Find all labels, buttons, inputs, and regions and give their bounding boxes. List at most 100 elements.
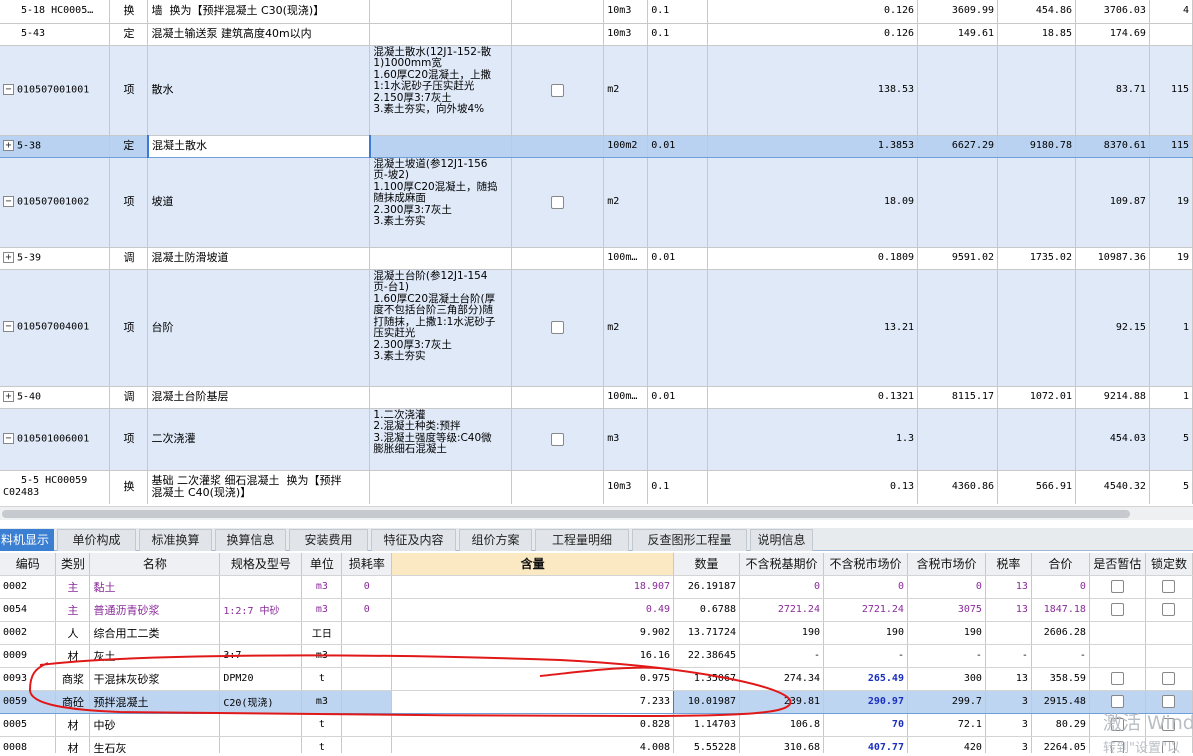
row-code-cell[interactable]: −010501006001 — [0, 408, 111, 471]
row-code-cell[interactable]: −010507001002 — [0, 157, 111, 248]
resource-market[interactable]: 2721.24 — [823, 598, 908, 622]
row-checkbox[interactable] — [551, 321, 565, 334]
horizontal-scrollbar[interactable] — [0, 506, 1193, 520]
resource-taxmarket[interactable]: 190 — [907, 621, 986, 645]
row-name[interactable]: 台阶 — [147, 269, 371, 387]
collapse-icon[interactable]: − — [3, 432, 14, 444]
collapse-icon[interactable]: − — [3, 83, 14, 95]
collapse-icon[interactable]: − — [3, 321, 14, 333]
estimate-checkbox[interactable] — [1110, 603, 1124, 617]
column-header[interactable]: 含税市场价 — [907, 553, 986, 576]
resource-taxmarket[interactable]: 420 — [907, 736, 986, 753]
row-code-cell[interactable]: +5-39 — [0, 247, 111, 270]
resource-taxmarket[interactable]: 300 — [907, 667, 986, 691]
resource-content[interactable]: 0.828 — [391, 713, 675, 737]
row-checkbox[interactable] — [551, 195, 565, 209]
column-header[interactable]: 类别 — [55, 553, 91, 576]
row-name[interactable]: 散水 — [147, 45, 371, 136]
row-name[interactable]: 基础 二次灌浆 细石混凝土 换为【预拌 混凝土 C40(现浇)】 — [147, 470, 371, 504]
row-name[interactable]: 混凝土输送泵 建筑高度40m以内 — [147, 23, 371, 46]
resource-taxmarket[interactable]: 72.1 — [907, 713, 986, 737]
row-checkbox[interactable] — [551, 432, 565, 446]
resource-market[interactable]: 290.97 — [823, 689, 908, 714]
measure-row[interactable]: −010507001001 项散水 混凝土散水(12J1-152-散 1)1000mm… — [0, 45, 1193, 136]
tab-7[interactable]: 工程量明细 — [535, 529, 629, 551]
measure-row[interactable]: +5-38 定混凝土散水 100m2 0.01 1.3853 6627.29 9180.78… — [0, 134, 1193, 158]
column-header[interactable]: 不含税基期价 — [739, 553, 824, 576]
resource-content[interactable]: 0.49 — [391, 598, 675, 622]
row-name[interactable]: 墙 换为【预拌混凝土 C30(现浇)】 — [147, 0, 371, 24]
measure-row[interactable]: 5-5 HC00059 C02483 换基础 二次灌浆 细石混凝土 换为【预拌 混… — [0, 470, 1193, 504]
tab-5[interactable]: 特征及内容 — [371, 529, 456, 551]
tab-0[interactable]: 料机显示 — [0, 529, 54, 551]
column-header[interactable]: 是否暂估 — [1089, 553, 1146, 576]
resource-row[interactable]: 0008 材生石灰 t 4.008 5.55228 310.68 407.77 420 3 226… — [0, 736, 1193, 753]
column-header[interactable]: 税率 — [985, 553, 1032, 576]
resource-row[interactable]: 0002 人综合用工二类 工日 9.902 13.71724 190 190 190 2606.… — [0, 621, 1193, 645]
resource-taxmarket[interactable]: - — [907, 644, 986, 668]
measure-row[interactable]: +5-40 调混凝土台阶基层 100m… 0.01 0.1321 8115.17 1072.… — [0, 386, 1193, 409]
row-name[interactable]: 二次浇灌 — [147, 408, 371, 471]
measure-row[interactable]: −010501006001 项二次浇灌 1.二次浇灌 2.混凝土种类:预拌 3.混凝土强… — [0, 408, 1193, 471]
column-header[interactable]: 名称 — [89, 553, 221, 576]
tab-6[interactable]: 组价方案 — [459, 529, 532, 551]
resource-content[interactable]: 7.233 — [391, 689, 675, 714]
row-code-cell[interactable]: −010507004001 — [0, 269, 111, 387]
estimate-checkbox[interactable] — [1110, 672, 1124, 686]
column-header[interactable]: 锁定数 — [1145, 553, 1193, 576]
expand-icon[interactable]: + — [3, 390, 14, 402]
resource-content[interactable]: 0.975 — [391, 667, 675, 691]
measure-row[interactable]: 5-18 HC0005… 换墙 换为【预拌混凝土 C30(现浇)】 10m3 0.1 0… — [0, 0, 1193, 24]
row-checkbox[interactable] — [551, 83, 565, 97]
tab-8[interactable]: 反查图形工程量 — [632, 529, 747, 551]
resource-market[interactable]: 0 — [823, 575, 908, 599]
tab-1[interactable]: 单价构成 — [57, 529, 136, 551]
measure-row[interactable]: 5-43 定混凝土输送泵 建筑高度40m以内 10m3 0.1 0.126 149.61 1… — [0, 23, 1193, 46]
measure-row[interactable]: −010507001002 项坡道 混凝土坡道(参12J1-156 页-坡2) 1.10… — [0, 157, 1193, 248]
tab-9[interactable]: 说明信息 — [750, 529, 813, 551]
resource-content[interactable]: 4.008 — [391, 736, 675, 753]
column-header[interactable]: 编码 — [0, 553, 57, 576]
expand-icon[interactable]: + — [3, 251, 14, 263]
resource-row[interactable]: 0005 材中砂 t 0.828 1.14703 106.8 70 72.1 3 80.29 — [0, 713, 1193, 737]
measure-row[interactable]: +5-39 调混凝土防滑坡道 100m… 0.01 0.1809 9591.02 1735.… — [0, 247, 1193, 270]
column-header[interactable]: 单位 — [301, 553, 343, 576]
tab-2[interactable]: 标准换算 — [139, 529, 212, 551]
row-name[interactable]: 混凝土台阶基层 — [147, 386, 371, 409]
lock-checkbox[interactable] — [1162, 603, 1176, 617]
tab-4[interactable]: 安装费用 — [289, 529, 368, 551]
row-code-cell[interactable]: 5-43 — [0, 23, 111, 46]
resource-row[interactable]: 0054 主普通沥青砂浆 1:2:7 中砂 m3 0 0.49 0.6788 2721.24 2… — [0, 598, 1193, 622]
resource-taxmarket[interactable]: 3075 — [907, 598, 986, 622]
resource-content[interactable]: 16.16 — [391, 644, 675, 668]
resource-content[interactable]: 9.902 — [391, 621, 675, 645]
resource-row[interactable]: 0009 材灰土 3:7 m3 16.16 22.38645- - - - - — [0, 644, 1193, 668]
row-name[interactable]: 混凝土散水 — [146, 134, 371, 158]
row-code-cell[interactable]: 5-18 HC0005… — [0, 0, 111, 24]
column-header[interactable]: 不含税市场价 — [823, 553, 908, 576]
column-header[interactable]: 数量 — [673, 553, 740, 576]
row-code-cell[interactable]: 5-5 HC00059 C02483 — [0, 470, 111, 504]
tab-3[interactable]: 换算信息 — [215, 529, 286, 551]
lock-checkbox[interactable] — [1162, 695, 1176, 709]
resource-taxmarket[interactable]: 299.7 — [907, 689, 986, 714]
resource-row[interactable]: 0059 商砼 预拌混凝土 C20(现浇) m3 7.233 10.01987 239.81 2… — [0, 689, 1193, 714]
resource-market[interactable]: - — [823, 644, 908, 668]
estimate-checkbox[interactable] — [1110, 580, 1124, 594]
estimate-checkbox[interactable] — [1110, 695, 1124, 709]
measure-row[interactable]: −010507004001 项台阶 混凝土台阶(参12J1-154 页-台1) 1.60… — [0, 269, 1193, 387]
scrollbar-thumb[interactable] — [2, 510, 1130, 518]
resource-market[interactable]: 70 — [823, 713, 908, 737]
lock-checkbox[interactable] — [1162, 672, 1176, 686]
resource-market[interactable]: 265.49 — [823, 667, 908, 691]
row-code-cell[interactable]: −010507001001 — [0, 45, 111, 136]
lock-checkbox[interactable] — [1162, 580, 1176, 594]
row-code-cell[interactable]: +5-40 — [0, 386, 111, 409]
column-header[interactable]: 损耗率 — [341, 553, 393, 576]
resource-content[interactable]: 18.907 — [391, 575, 675, 599]
expand-icon[interactable]: + — [3, 139, 14, 151]
row-name[interactable]: 坡道 — [147, 157, 371, 248]
row-name[interactable]: 混凝土防滑坡道 — [147, 247, 371, 270]
column-header[interactable]: 合价 — [1031, 553, 1090, 576]
resource-market[interactable]: 190 — [823, 621, 908, 645]
